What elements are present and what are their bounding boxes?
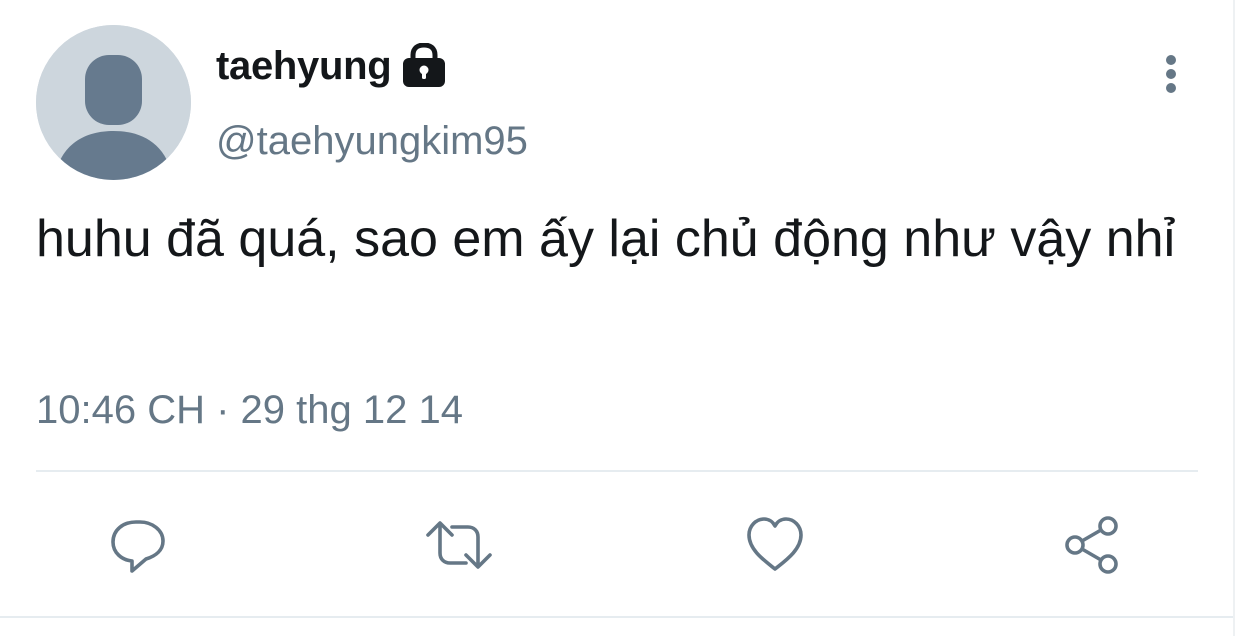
author-display-name-row[interactable]: taehyung [216,41,447,89]
tweet-text: huhu đã quá, sao em ấy lại chủ động như … [36,210,1176,268]
author-handle[interactable]: @taehyungkim95 [216,119,528,164]
lock-icon [401,41,447,89]
default-avatar-icon [36,25,191,180]
author-display-name[interactable]: taehyung [216,44,392,89]
heart-icon [747,517,803,571]
reply-button[interactable] [108,515,168,575]
tweet-timestamp[interactable]: 10:46 CH · 29 thg 12 14 [36,388,463,433]
avatar[interactable] [36,25,191,180]
divider [36,470,1198,472]
more-vertical-icon[interactable] [1155,52,1187,96]
like-button[interactable] [745,515,805,575]
tweet-card: taehyung @taehyungkim95 huhu đã quá, sao… [0,0,1235,636]
reply-icon [111,520,165,573]
share-button[interactable] [1062,515,1122,575]
share-icon [1065,516,1118,574]
retweet-icon [426,521,492,569]
retweet-button[interactable] [426,515,492,575]
bottom-divider [0,616,1235,618]
